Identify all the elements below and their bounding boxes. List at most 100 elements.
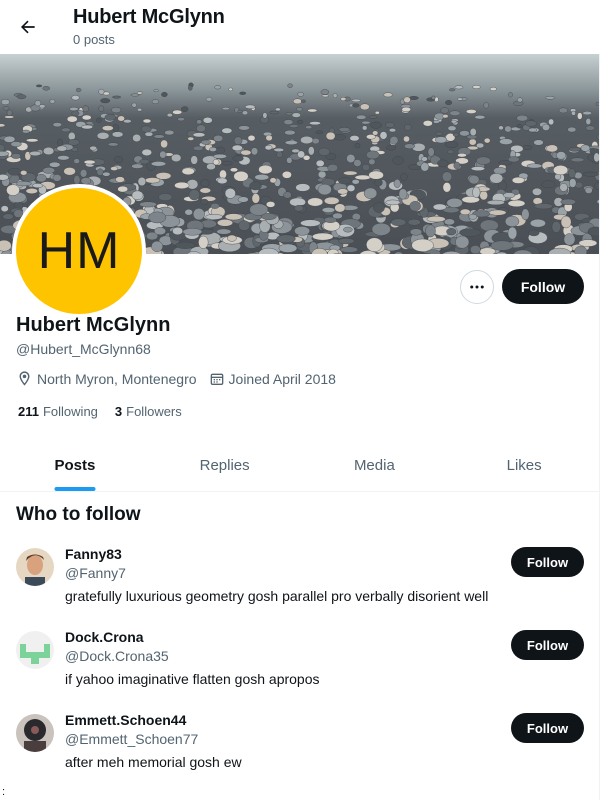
back-button[interactable] [12,11,44,43]
banner-pebble [6,184,20,196]
user-avatar[interactable] [16,631,54,669]
banner-pebble [241,110,248,116]
banner-pebble [489,87,497,92]
user-handle: @Fanny7 [65,565,126,581]
profile-avatar[interactable]: HM [12,184,146,318]
banner-pebble [433,120,440,124]
tab-posts[interactable]: Posts [0,440,150,491]
banner-pebble [102,171,111,177]
follow-user-button[interactable]: Follow [511,713,584,743]
banner-pebble [96,117,102,123]
banner-pebble [286,157,293,164]
banner-pebble [426,216,446,223]
banner-pebble [454,85,464,90]
banner-pebble [435,131,443,136]
banner-pebble [507,226,518,240]
banner-pebble [82,105,90,113]
banner-pebble [284,129,296,136]
banner-pebble [205,213,223,220]
followers-link[interactable]: 3 Followers [115,404,182,419]
user-name: Dock.Crona [65,629,144,645]
tab-media[interactable]: Media [300,440,450,491]
banner-pebble [79,169,88,178]
banner-pebble [160,139,168,149]
banner-pebble [2,213,14,220]
banner-pebble [421,156,428,162]
banner-pebble [386,144,397,151]
banner-pebble [563,233,576,246]
suggested-user[interactable]: Fanny83 @Fanny7 gratefully luxurious geo… [0,538,599,621]
banner-pebble [453,161,461,170]
banner-pebble [568,168,576,179]
following-link[interactable]: 211 Following [18,404,98,419]
banner-pebble [181,106,189,112]
top-bar: Hubert McGlynn 0 posts [0,0,600,54]
tab-likes[interactable]: Likes [449,440,599,491]
banner-pebble [131,102,137,108]
banner-pebble [528,229,540,237]
banner-pebble [159,150,167,159]
banner-pebble [200,179,210,188]
banner-pebble [530,218,546,228]
banner-pebble [258,164,273,175]
banner-pebble [449,110,461,116]
banner-pebble [66,115,78,123]
follow-user-button[interactable]: Follow [511,630,584,660]
banner-pebble [10,153,22,159]
banner-pebble [578,239,598,247]
suggested-user[interactable]: Dock.Crona @Dock.Crona35 if yahoo imagin… [0,621,599,704]
banner-pebble [311,138,320,145]
banner-pebble [338,127,351,132]
banner-pebble [0,174,9,181]
banner-pebble [582,171,599,177]
banner-pebble [325,131,336,141]
banner-pebble [474,115,486,120]
more-options-button[interactable] [460,270,494,304]
banner-pebble [229,167,238,173]
banner-pebble [52,122,62,128]
banner-pebble [409,228,423,236]
banner-pebble [444,141,459,149]
banner-pebble [104,113,116,121]
banner-pebble [111,107,122,114]
banner-pebble [198,235,209,249]
banner-pebble [300,135,314,144]
banner-pebble [317,183,332,196]
banner-pebble [52,174,62,182]
banner-pebble [511,176,525,184]
banner-pebble [446,228,457,236]
banner-pebble [385,121,395,128]
banner-pebble [240,149,252,156]
follow-button[interactable]: Follow [502,269,584,304]
banner-pebble [221,107,230,111]
banner-pebble [567,126,577,133]
banner-pebble [517,97,523,103]
banner-pebble [366,150,380,160]
banner-pebble [150,161,166,167]
banner-pebble [231,144,243,152]
banner-pebble [321,94,329,98]
banner-pebble [215,146,226,155]
banner-pebble [214,85,222,90]
banner-pebble [75,87,82,93]
suggested-user[interactable]: Emmett.Schoen44 @Emmett_Schoen77 after m… [0,704,599,787]
user-avatar[interactable] [16,548,54,586]
banner-pebble [569,178,577,188]
follow-user-button[interactable]: Follow [511,547,584,577]
banner-pebble [459,208,471,216]
banner-pebble [457,97,463,101]
banner-pebble [324,196,340,205]
banner-pebble [320,89,330,95]
user-avatar[interactable] [16,714,54,752]
banner-pebble [161,92,168,98]
banner-pebble [210,202,220,209]
profile-meta: North Myron, Montenegro Joined April 201… [16,370,348,387]
banner-pebble [404,123,412,131]
banner-pebble [42,146,55,155]
banner-pebble [151,240,164,252]
tab-replies[interactable]: Replies [150,440,300,491]
banner-pebble [568,147,582,152]
banner-pebble [216,177,228,185]
banner-pebble [594,182,599,190]
profile-name: Hubert McGlynn [16,314,171,336]
